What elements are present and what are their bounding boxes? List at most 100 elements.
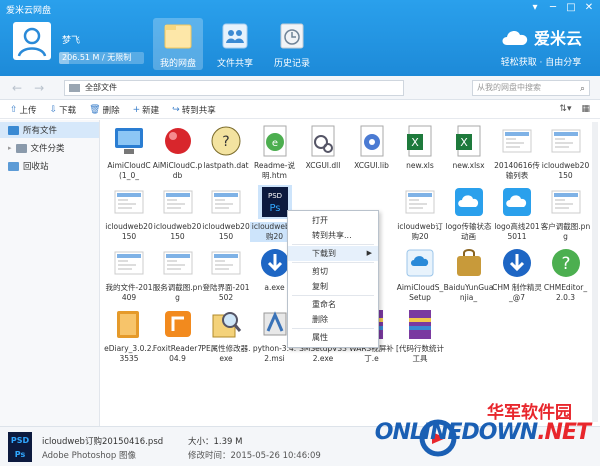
brand-name: 爱米云 xyxy=(533,29,582,48)
file-item[interactable]: eDiary_3.0.2.3535 xyxy=(104,307,154,364)
file-png-icon xyxy=(161,246,195,280)
tab-my-disk[interactable]: 我的网盘 xyxy=(153,18,203,70)
search-input[interactable]: 从我的网盘中搜索 ⌕ xyxy=(472,80,590,96)
file-item[interactable]: e Readme-说明.htm xyxy=(250,124,300,181)
tab-label: 文件共享 xyxy=(216,59,253,69)
file-name: 服务调截图.png xyxy=(152,283,203,302)
tab-history[interactable]: 历史记录 xyxy=(267,18,317,70)
menu-item-cut[interactable]: 剪切 xyxy=(288,264,378,279)
menu-icon[interactable]: ▾ xyxy=(528,2,542,14)
sort-icon[interactable]: ⇅▾ xyxy=(559,104,571,114)
file-magnifier-icon xyxy=(209,307,243,341)
file-name: PE属性修改器.exe xyxy=(201,344,251,363)
file-name: icloudweb20150 xyxy=(202,222,250,241)
file-item[interactable]: icloudweb20150 xyxy=(541,124,591,181)
sidebar: 所有文件 ▸ 文件分类 回收站 xyxy=(0,120,100,426)
breadcrumb[interactable]: 全部文件 xyxy=(64,80,404,96)
file-item[interactable]: XCGUI.dll xyxy=(298,124,348,171)
menu-divider xyxy=(292,328,374,329)
file-name: CHMEditor_2.0.3 xyxy=(543,283,588,302)
file-item[interactable]: PE属性修改器.exe xyxy=(201,307,251,364)
file-red-ball-icon xyxy=(161,124,195,158)
sidebar-item-categories[interactable]: ▸ 文件分类 xyxy=(0,140,99,156)
tab-label: 我的网盘 xyxy=(159,59,196,69)
file-item[interactable]: 登陆界面-201502 xyxy=(201,246,251,303)
toolbar: ⇧ 上传 ⇩ 下载 🗑 删除 + 新建 ↪ 转到共享 ⇅▾ ▦ xyxy=(0,101,600,119)
scrollbar[interactable] xyxy=(592,122,598,422)
file-name: icloudweb订购20 xyxy=(397,222,443,241)
window-title: 爱米云网盘 xyxy=(6,6,52,16)
file-item[interactable]: 客户调截图.png xyxy=(541,185,591,242)
menu-item-label: 下载到 xyxy=(312,249,336,258)
grid-view-icon[interactable]: ▦ xyxy=(581,104,590,114)
search-icon[interactable]: ⌕ xyxy=(580,82,585,96)
back-arrow-icon[interactable]: ← xyxy=(12,81,22,95)
file-name: icloudweb20150 xyxy=(153,222,202,241)
file-name: eDiary_3.0.2.3535 xyxy=(104,344,154,363)
svg-text:?: ? xyxy=(222,134,229,150)
file-item[interactable]: ? CHMEditor_2.0.3 xyxy=(541,246,591,303)
files-icon xyxy=(8,125,19,135)
menu-item-properties[interactable]: 属性 xyxy=(288,330,378,345)
file-item[interactable]: AimiCloudC(1_0_ xyxy=(104,124,154,181)
file-setup-icon xyxy=(403,246,437,280)
sidebar-item-recycle-bin[interactable]: 回收站 xyxy=(0,158,99,174)
close-icon[interactable]: ✕ xyxy=(582,2,596,14)
forward-arrow-icon[interactable]: → xyxy=(34,81,44,95)
file-item[interactable]: [代码行数统计工具 xyxy=(395,307,445,364)
brand: 爱米云 轻松获取 · 自由分享 xyxy=(500,25,582,68)
file-item[interactable]: icloudweb20150 xyxy=(201,185,251,242)
nav-tabs: 我的网盘 文件共享 历史记录 xyxy=(153,18,317,70)
share-button[interactable]: ↪ 转到共享 xyxy=(172,104,216,116)
share-label: 转到共享 xyxy=(181,105,216,116)
download-button[interactable]: ⇩ 下载 xyxy=(50,104,77,116)
watermark: 华军软件园 ONLINEDOWN.NET xyxy=(375,394,600,466)
file-item[interactable]: CHM 制作精灵_@7 xyxy=(492,246,542,303)
file-name: CHM 制作精灵_@7 xyxy=(492,283,542,302)
minimize-icon[interactable]: ─ xyxy=(546,2,560,14)
file-item[interactable]: AiMiCloudC.pdb xyxy=(153,124,203,181)
upload-icon: ⇧ xyxy=(10,104,18,115)
menu-item-download-to[interactable]: 下载到 ▶ xyxy=(288,246,378,261)
expand-icon[interactable]: ▸ xyxy=(8,144,12,152)
menu-item-delete[interactable]: 删除 xyxy=(288,312,378,327)
file-png-icon xyxy=(161,185,195,219)
file-item[interactable]: XCGUI.lib xyxy=(347,124,397,171)
file-item[interactable]: ? lastpath.dat xyxy=(201,124,251,171)
file-item[interactable]: icloudweb20150 xyxy=(104,185,154,242)
delete-button[interactable]: 🗑 删除 xyxy=(89,104,119,116)
file-item[interactable]: AimiCloudS_Setup xyxy=(395,246,445,303)
file-item[interactable]: icloudweb订购20 xyxy=(395,185,445,242)
file-name: AimiCloudC(1_0_ xyxy=(107,161,151,180)
file-xls-icon: X xyxy=(452,124,486,158)
new-button[interactable]: + 新建 xyxy=(133,104,160,116)
menu-item-open[interactable]: 打开 xyxy=(288,213,378,228)
file-item[interactable]: Xnew.xlsx xyxy=(444,124,494,171)
menu-divider xyxy=(292,244,374,245)
status-modified-date: 修改时间：2015-05-26 10:46:09 xyxy=(188,451,321,461)
file-item[interactable]: 20140616传输列表 xyxy=(492,124,542,181)
tab-file-share[interactable]: 文件共享 xyxy=(210,18,260,70)
file-item[interactable]: logo传输状态动画 xyxy=(444,185,494,242)
avatar[interactable] xyxy=(13,22,51,60)
users-icon xyxy=(222,23,248,49)
file-item[interactable]: logo高线2015011 xyxy=(492,185,542,242)
sidebar-item-all-files[interactable]: 所有文件 xyxy=(0,122,99,138)
file-item[interactable]: 服务调截图.png xyxy=(153,246,203,303)
menu-divider xyxy=(292,262,374,263)
file-bag-icon xyxy=(452,246,486,280)
menu-item-rename[interactable]: 重命名 xyxy=(288,297,378,312)
file-item[interactable]: FoxitReader704.9 xyxy=(153,307,203,364)
menu-item-share[interactable]: 转到共享... xyxy=(288,228,378,243)
maximize-icon[interactable]: □ xyxy=(564,2,578,14)
plus-icon: + xyxy=(132,104,141,115)
quota-bar: 206.51 M / 无限制 xyxy=(59,52,144,64)
menu-item-copy[interactable]: 复制 xyxy=(288,279,378,294)
context-menu: 打开 转到共享... 下载到 ▶ 剪切 复制 重命名 删除 属性 xyxy=(287,210,379,348)
upload-button[interactable]: ⇧ 上传 xyxy=(10,104,37,116)
file-item[interactable]: icloudweb20150 xyxy=(153,185,203,242)
share-icon: ↪ xyxy=(172,104,180,115)
file-item[interactable]: BaiduYunGuanjia_ xyxy=(444,246,494,303)
file-item[interactable]: 我的文件-201409 xyxy=(104,246,154,303)
file-item[interactable]: Xnew.xls xyxy=(395,124,445,171)
